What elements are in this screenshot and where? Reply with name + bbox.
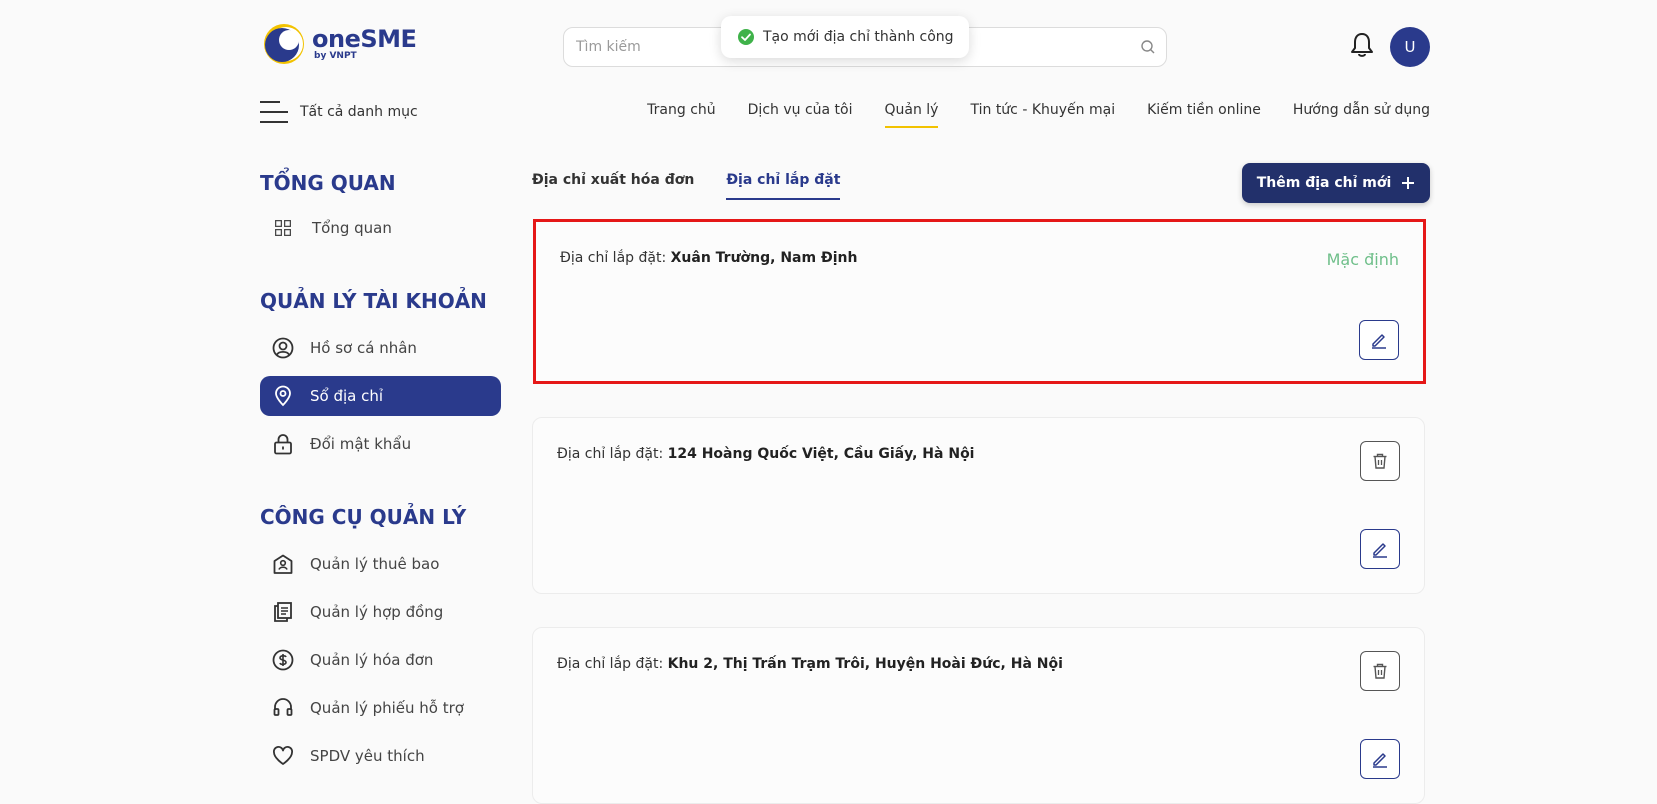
sidebar-item-profile[interactable]: Hồ sơ cá nhân bbox=[260, 328, 501, 368]
sidebar-item-subscriptions[interactable]: Quản lý thuê bao bbox=[260, 544, 501, 584]
sidebar-item-label: Tổng quan bbox=[312, 219, 392, 237]
address-line: Địa chỉ lắp đặt: Khu 2, Thị Trấn Trạm Tr… bbox=[557, 656, 1063, 672]
default-badge: Mặc định bbox=[1326, 250, 1399, 269]
nav-my-services[interactable]: Dịch vụ của tôi bbox=[748, 102, 853, 128]
heart-icon bbox=[273, 746, 293, 765]
sidebar: TỔNG QUAN Tổng quan QUẢN LÝ TÀI KHOẢN Hồ… bbox=[260, 170, 501, 776]
success-toast: Tạo mới địa chỉ thành công bbox=[721, 16, 969, 58]
dollar-circle-icon bbox=[272, 649, 294, 671]
address-value: 124 Hoàng Quốc Việt, Cầu Giấy, Hà Nội bbox=[667, 446, 975, 462]
grid-icon bbox=[275, 220, 291, 236]
address-value: Xuân Trường, Nam Định bbox=[670, 250, 858, 266]
section-title-account: QUẢN LÝ TÀI KHOẢN bbox=[260, 289, 487, 313]
toast-message: Tạo mới địa chỉ thành công bbox=[763, 29, 954, 45]
delete-address-button[interactable] bbox=[1360, 651, 1400, 691]
sidebar-item-support-tickets[interactable]: Quản lý phiếu hỗ trợ bbox=[260, 688, 501, 728]
add-address-button[interactable]: Thêm địa chỉ mới bbox=[1242, 163, 1430, 203]
sidebar-item-label: Sổ địa chỉ bbox=[310, 387, 384, 405]
address-prefix: Địa chỉ lắp đặt: bbox=[560, 250, 667, 266]
search-icon[interactable] bbox=[1140, 39, 1156, 55]
delete-address-button[interactable] bbox=[1360, 441, 1400, 481]
contract-icon bbox=[274, 602, 292, 622]
sidebar-item-label: SPDV yêu thích bbox=[310, 747, 425, 765]
lock-icon bbox=[274, 434, 292, 455]
brand-sub: by VNPT bbox=[314, 51, 357, 61]
sidebar-item-overview[interactable]: Tổng quan bbox=[260, 208, 501, 248]
section-title-tools: CÔNG CỤ QUẢN LÝ bbox=[260, 505, 467, 529]
address-card-default: Địa chỉ lắp đặt: Xuân Trường, Nam Định M… bbox=[533, 219, 1426, 384]
sidebar-item-label: Hồ sơ cá nhân bbox=[310, 339, 417, 357]
onesme-logo-icon bbox=[264, 24, 304, 64]
nav-home[interactable]: Trang chủ bbox=[647, 102, 715, 128]
sidebar-item-label: Quản lý phiếu hỗ trợ bbox=[310, 699, 464, 717]
brand-name: oneSME bbox=[312, 25, 417, 53]
headset-icon bbox=[273, 698, 293, 716]
nav-news-promotions[interactable]: Tin tức - Khuyến mại bbox=[970, 102, 1115, 128]
hamburger-icon bbox=[260, 101, 288, 123]
pencil-icon bbox=[1373, 753, 1387, 768]
trash-icon bbox=[1373, 663, 1387, 679]
edit-address-button[interactable] bbox=[1360, 739, 1400, 779]
trash-icon bbox=[1373, 453, 1387, 469]
address-tabs: Địa chỉ xuất hóa đơn Địa chỉ lắp đặt bbox=[532, 172, 841, 200]
tab-installation-address[interactable]: Địa chỉ lắp đặt bbox=[726, 172, 841, 200]
sidebar-item-address-book[interactable]: Sổ địa chỉ bbox=[260, 376, 501, 416]
sidebar-item-label: Đổi mật khẩu bbox=[310, 435, 412, 453]
add-address-label: Thêm địa chỉ mới bbox=[1256, 175, 1392, 191]
address-value: Khu 2, Thị Trấn Trạm Trôi, Huyện Hoài Đứ… bbox=[667, 656, 1063, 672]
plus-icon bbox=[1402, 177, 1415, 189]
subscription-icon bbox=[273, 554, 293, 574]
brand-logo[interactable]: oneSME by VNPT bbox=[262, 22, 422, 66]
nav-earn-online[interactable]: Kiếm tiền online bbox=[1147, 102, 1261, 128]
tab-billing-address[interactable]: Địa chỉ xuất hóa đơn bbox=[532, 172, 694, 200]
sidebar-item-contracts[interactable]: Quản lý hợp đồng bbox=[260, 592, 501, 632]
sidebar-item-label: Quản lý hóa đơn bbox=[310, 651, 434, 669]
location-pin-icon bbox=[275, 385, 291, 407]
pencil-icon bbox=[1372, 334, 1386, 349]
address-line: Địa chỉ lắp đặt: Xuân Trường, Nam Định bbox=[560, 250, 857, 266]
address-prefix: Địa chỉ lắp đặt: bbox=[557, 656, 664, 672]
sidebar-item-label: Quản lý hợp đồng bbox=[310, 603, 444, 621]
nav-user-guide[interactable]: Hướng dẫn sử dụng bbox=[1293, 102, 1430, 128]
address-card: Địa chỉ lắp đặt: 124 Hoàng Quốc Việt, Cầ… bbox=[532, 417, 1425, 594]
bell-icon[interactable] bbox=[1349, 31, 1375, 59]
user-circle-icon bbox=[272, 337, 294, 359]
user-avatar[interactable]: U bbox=[1390, 27, 1430, 67]
all-categories-button[interactable]: Tất cả danh mục bbox=[260, 100, 418, 124]
address-prefix: Địa chỉ lắp đặt: bbox=[557, 446, 664, 462]
section-title-overview: TỔNG QUAN bbox=[260, 171, 396, 195]
sidebar-item-favorites[interactable]: SPDV yêu thích bbox=[260, 736, 501, 776]
edit-address-button[interactable] bbox=[1359, 320, 1399, 360]
address-card: Địa chỉ lắp đặt: Khu 2, Thị Trấn Trạm Tr… bbox=[532, 627, 1425, 804]
main-nav: Trang chủ Dịch vụ của tôi Quản lý Tin tứ… bbox=[647, 102, 1430, 128]
sidebar-item-change-password[interactable]: Đổi mật khẩu bbox=[260, 424, 501, 464]
all-categories-label: Tất cả danh mục bbox=[300, 104, 418, 120]
sidebar-item-label: Quản lý thuê bao bbox=[310, 555, 440, 573]
edit-address-button[interactable] bbox=[1360, 529, 1400, 569]
check-circle-icon bbox=[738, 29, 754, 45]
address-line: Địa chỉ lắp đặt: 124 Hoàng Quốc Việt, Cầ… bbox=[557, 446, 974, 462]
sidebar-item-invoices[interactable]: Quản lý hóa đơn bbox=[260, 640, 501, 680]
pencil-icon bbox=[1373, 543, 1387, 558]
nav-manage[interactable]: Quản lý bbox=[884, 102, 938, 128]
